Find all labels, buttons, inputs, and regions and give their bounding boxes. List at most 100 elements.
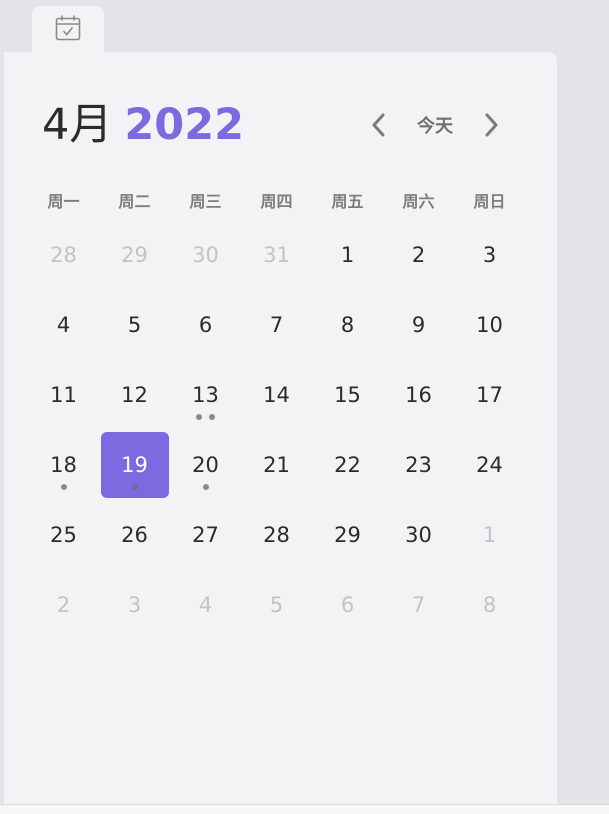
day-cell-inner: 22 [314,432,382,498]
day-cell[interactable]: 3 [454,220,525,290]
day-cell-inner: 17 [456,362,524,428]
prev-month-button[interactable] [364,110,394,140]
calendar-tab[interactable] [32,6,104,52]
day-cell[interactable]: 4 [28,290,99,360]
day-number: 19 [121,453,148,477]
day-cell[interactable]: 31 [241,220,312,290]
day-cell-inner: 1 [456,502,524,568]
day-cell[interactable]: 6 [170,290,241,360]
day-cell[interactable]: 1 [312,220,383,290]
week-row: 4 5 6 7 8 9 10 [28,290,525,360]
day-number: 15 [334,383,361,407]
weekday-label: 周五 [331,192,364,211]
day-cell-inner: 3 [101,572,169,638]
day-number: 28 [263,523,290,547]
day-cell-inner: 20 [172,432,240,498]
day-cell[interactable]: 22 [312,430,383,500]
day-cell-selected[interactable]: 19 [99,430,170,500]
day-cell-inner: 5 [101,292,169,358]
tab-strip [0,0,609,52]
day-cell[interactable]: 8 [312,290,383,360]
day-cell[interactable]: 2 [28,570,99,640]
day-cell[interactable]: 5 [99,290,170,360]
day-number: 29 [334,523,361,547]
day-cell[interactable]: 28 [28,220,99,290]
day-number: 23 [405,453,432,477]
day-number: 8 [340,313,355,337]
day-cell-inner: 27 [172,502,240,568]
day-number: 25 [50,523,77,547]
day-cell[interactable]: 7 [241,290,312,360]
day-cell[interactable]: 27 [170,500,241,570]
day-cell[interactable]: 9 [383,290,454,360]
day-cell-inner: 31 [243,222,311,288]
day-number: 10 [476,313,503,337]
event-dot [209,414,215,420]
calendar-grid: 周一 周二 周三 周四 周五 周六 周日 28 29 30 31 1 2 3 4 5 6 7 8 9 10 11 12 13… [28,184,525,640]
day-number: 4 [198,593,213,617]
month-year-title: 4月 2022 [42,99,244,151]
day-cell[interactable]: 2 [383,220,454,290]
day-cell-inner: 28 [30,222,98,288]
day-cell[interactable]: 26 [99,500,170,570]
day-cell-inner: 2 [30,572,98,638]
day-number: 11 [50,383,77,407]
day-cell[interactable]: 30 [170,220,241,290]
day-cell[interactable]: 14 [241,360,312,430]
day-number: 30 [405,523,432,547]
day-cell[interactable]: 23 [383,430,454,500]
day-cell-inner: 29 [314,502,382,568]
day-cell-inner: 5 [243,572,311,638]
week-row: 25 26 27 28 29 30 1 [28,500,525,570]
day-cell[interactable]: 1 [454,500,525,570]
day-cell-inner: 30 [385,502,453,568]
day-cell[interactable]: 20 [170,430,241,500]
day-cell[interactable]: 25 [28,500,99,570]
event-dot [196,414,202,420]
day-cell[interactable]: 24 [454,430,525,500]
today-button[interactable]: 今天 [404,110,466,140]
day-cell[interactable]: 7 [383,570,454,640]
event-dot [131,484,138,490]
day-cell-inner: 2 [385,222,453,288]
next-month-button[interactable] [476,110,506,140]
day-cell-inner: 30 [172,222,240,288]
weekday-header-row: 周一 周二 周三 周四 周五 周六 周日 [28,184,525,220]
day-cell[interactable]: 5 [241,570,312,640]
event-dots [30,484,98,490]
day-cell[interactable]: 30 [383,500,454,570]
weekday-label: 周四 [260,192,293,211]
day-number: 9 [411,313,426,337]
day-number: 3 [482,243,497,267]
day-cell[interactable]: 8 [454,570,525,640]
day-cell[interactable]: 11 [28,360,99,430]
calendar-check-icon [55,15,81,41]
day-cell[interactable]: 15 [312,360,383,430]
day-cell[interactable]: 18 [28,430,99,500]
day-cell[interactable]: 21 [241,430,312,500]
day-cell[interactable]: 12 [99,360,170,430]
day-cell[interactable]: 4 [170,570,241,640]
chevron-left-icon [372,113,385,137]
day-number: 13 [192,383,219,407]
weekday-label: 周日 [473,192,506,211]
month-label: 4月 [42,100,113,150]
day-cell[interactable]: 28 [241,500,312,570]
year-label: 2022 [124,100,245,150]
day-cell-inner: 7 [385,572,453,638]
day-cell[interactable]: 13 [170,360,241,430]
day-cell[interactable]: 6 [312,570,383,640]
day-cell[interactable]: 10 [454,290,525,360]
day-cell[interactable]: 29 [312,500,383,570]
day-cell-inner: 14 [243,362,311,428]
day-number: 6 [340,593,355,617]
day-number: 14 [263,383,290,407]
day-cell[interactable]: 16 [383,360,454,430]
day-cell[interactable]: 3 [99,570,170,640]
day-cell[interactable]: 17 [454,360,525,430]
day-cell[interactable]: 29 [99,220,170,290]
day-number: 27 [192,523,219,547]
day-number: 1 [340,243,355,267]
day-cell-inner: 19 [100,432,169,498]
day-cell-inner: 4 [30,292,98,358]
